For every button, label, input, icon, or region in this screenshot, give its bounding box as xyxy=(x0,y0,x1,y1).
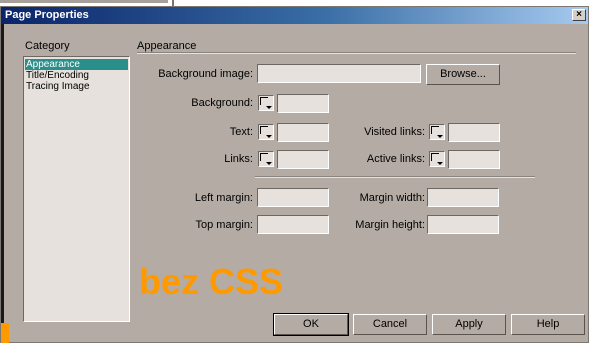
color-picker-icon xyxy=(431,153,439,161)
cancel-button[interactable]: Cancel xyxy=(353,314,427,335)
margin-width-label: Margin width: xyxy=(359,192,425,204)
overlay-caption: bez CSS xyxy=(139,261,284,302)
visited-links-color-field[interactable] xyxy=(448,123,500,142)
active-links-color-field[interactable] xyxy=(448,150,500,169)
background-image-label: Background image: xyxy=(158,68,253,80)
browse-button[interactable]: Browse... xyxy=(426,64,500,85)
top-margin-field[interactable] xyxy=(257,215,329,234)
margins-separator xyxy=(255,176,535,178)
ok-button[interactable]: OK xyxy=(273,313,349,336)
dropdown-arrow-icon xyxy=(437,162,443,165)
active-links-color-picker[interactable] xyxy=(429,151,445,167)
dropdown-arrow-icon xyxy=(266,135,272,138)
margin-height-label: Margin height: xyxy=(355,219,425,231)
background-color-field[interactable] xyxy=(277,94,329,113)
color-picker-icon xyxy=(431,126,439,134)
orange-accent-bar xyxy=(1,323,9,343)
dialog-left-edge xyxy=(1,24,4,324)
category-item-tracing-image[interactable]: Tracing Image xyxy=(25,81,128,92)
title-bar[interactable]: Page Properties × xyxy=(1,7,588,24)
category-list[interactable]: Appearance Title/Encoding Tracing Image xyxy=(23,56,130,322)
close-button[interactable]: × xyxy=(572,9,586,21)
background-line xyxy=(0,0,168,3)
page-properties-dialog: Page Properties × Category Appearance Ti… xyxy=(0,6,589,343)
margin-height-field[interactable] xyxy=(427,215,499,234)
left-margin-field[interactable] xyxy=(257,188,329,207)
links-color-picker[interactable] xyxy=(258,151,274,167)
help-button[interactable]: Help xyxy=(511,314,585,335)
heading-separator xyxy=(137,52,576,54)
close-icon: × xyxy=(576,9,582,20)
category-item-title-encoding[interactable]: Title/Encoding xyxy=(25,70,128,81)
links-color-label: Links: xyxy=(224,153,253,165)
panel-heading: Appearance xyxy=(137,40,197,52)
color-picker-icon xyxy=(260,153,268,161)
top-margin-label: Top margin: xyxy=(195,219,253,231)
margin-width-field[interactable] xyxy=(427,188,499,207)
background-color-label: Background: xyxy=(191,97,253,109)
dialog-title: Page Properties xyxy=(5,9,89,21)
dropdown-arrow-icon xyxy=(266,106,272,109)
visited-links-color-picker[interactable] xyxy=(429,124,445,140)
category-heading: Category xyxy=(25,40,70,52)
apply-button[interactable]: Apply xyxy=(432,314,506,335)
color-picker-icon xyxy=(260,97,268,105)
visited-links-label: Visited links: xyxy=(364,126,425,138)
background-image-field[interactable] xyxy=(257,64,421,83)
category-item-appearance[interactable]: Appearance xyxy=(25,59,128,70)
background-color-picker[interactable] xyxy=(258,95,274,111)
text-color-picker[interactable] xyxy=(258,124,274,140)
links-color-field[interactable] xyxy=(277,150,329,169)
text-color-label: Text: xyxy=(229,126,253,138)
text-color-field[interactable] xyxy=(277,123,329,142)
dropdown-arrow-icon xyxy=(437,135,443,138)
active-links-label: Active links: xyxy=(366,153,425,165)
left-margin-label: Left margin: xyxy=(194,192,253,204)
dropdown-arrow-icon xyxy=(266,162,272,165)
color-picker-icon xyxy=(260,126,268,134)
